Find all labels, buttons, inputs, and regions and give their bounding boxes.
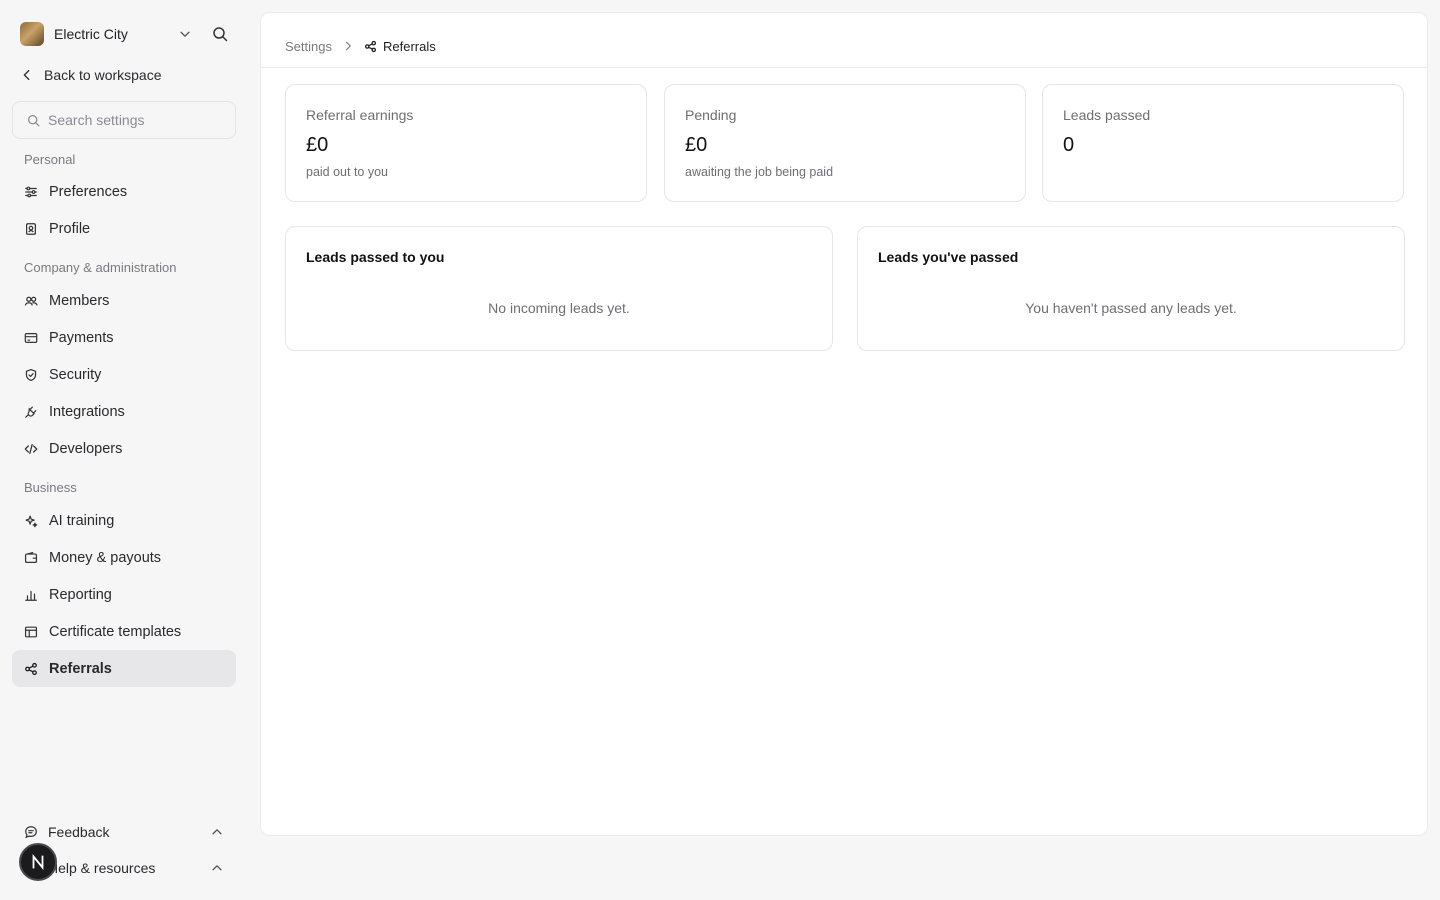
chevron-up-icon[interactable] [210, 861, 224, 875]
sidebar-item-label: Referrals [49, 660, 112, 677]
search-settings-input[interactable] [48, 112, 228, 128]
sidebar-item-members[interactable]: Members [12, 282, 236, 319]
stat-label: Pending [685, 107, 737, 123]
search-icon [27, 114, 40, 126]
sidebar-item-label: Profile [49, 220, 91, 237]
plug-icon [25, 406, 37, 418]
share-icon [364, 40, 377, 52]
help-label: Help & resources [48, 860, 156, 876]
chevron-right-icon [345, 41, 351, 51]
stat-label: Referral earnings [306, 107, 414, 123]
header-divider [261, 67, 1427, 68]
credit-card-icon [24, 332, 38, 343]
breadcrumb: Settings Referrals [285, 37, 436, 55]
sidebar-item-label: Developers [49, 440, 123, 457]
chat-bubble-icon [25, 826, 37, 839]
users-icon [24, 296, 38, 306]
wallet-icon [24, 551, 38, 563]
empty-state-text: No incoming leads yet. [488, 300, 630, 316]
sidebar-item-profile[interactable]: Profile [12, 210, 236, 247]
share-icon [25, 662, 37, 675]
section-company: Company & administration [24, 260, 177, 275]
settings-sidebar: Electric City Back to workspace Personal… [0, 0, 248, 900]
sidebar-item-ai-training[interactable]: AI training [12, 502, 236, 539]
sidebar-item-label: AI training [49, 512, 115, 529]
feedback-menu[interactable]: Feedback [24, 820, 228, 844]
sparkle-icon [25, 515, 38, 527]
section-business: Business [24, 480, 77, 495]
sidebar-item-money-payouts[interactable]: Money & payouts [12, 539, 236, 576]
outgoing-leads-card: Leads you've passed You haven't passed a… [857, 226, 1405, 351]
sidebar-item-label: Members [49, 292, 110, 309]
sidebar-item-label: Reporting [49, 586, 112, 603]
stat-value: £0 [685, 134, 708, 156]
pending-card: Pending £0 awaiting the job being paid [664, 84, 1026, 202]
sidebar-item-label: Integrations [49, 403, 125, 420]
chevron-left-icon [23, 69, 30, 81]
workspace-avatar [20, 22, 44, 46]
code-icon [24, 443, 38, 454]
sidebar-item-certificate-templates[interactable]: Certificate templates [12, 613, 236, 650]
shield-icon [25, 368, 37, 381]
chevron-up-icon[interactable] [210, 825, 224, 839]
sidebar-item-label: Certificate templates [49, 623, 182, 640]
sidebar-item-referrals[interactable]: Referrals [12, 650, 236, 687]
back-label: Back to workspace [44, 67, 162, 83]
sidebar-item-payments[interactable]: Payments [12, 319, 236, 356]
stat-value: 0 [1063, 134, 1075, 156]
sidebar-item-reporting[interactable]: Reporting [12, 576, 236, 613]
stat-value: £0 [306, 134, 329, 156]
sidebar-item-label: Payments [49, 329, 114, 346]
card-title: Leads you've passed [878, 249, 1019, 265]
settings-search[interactable] [12, 101, 236, 139]
sliders-icon [25, 186, 37, 197]
settings-content-panel: Settings Referrals Referral earnings £0 … [260, 12, 1428, 836]
stat-subtext: paid out to you [306, 165, 389, 179]
back-to-workspace-link[interactable]: Back to workspace [20, 62, 162, 88]
sidebar-item-label: Security [49, 366, 102, 383]
sidebar-item-label: Money & payouts [49, 549, 162, 566]
breadcrumb-settings[interactable]: Settings [285, 39, 332, 54]
table-icon [24, 626, 38, 637]
card-title: Leads passed to you [306, 249, 445, 265]
sidebar-item-developers[interactable]: Developers [12, 430, 236, 467]
chevron-down-icon[interactable] [178, 27, 192, 41]
workspace-switcher[interactable]: Electric City [20, 20, 236, 48]
id-badge-icon [26, 222, 36, 235]
leads-passed-card: Leads passed 0 [1042, 84, 1404, 202]
n-logo-icon [32, 854, 44, 870]
search-icon[interactable] [212, 26, 228, 42]
empty-state-text: You haven't passed any leads yet. [1025, 300, 1237, 316]
floating-assistant-button[interactable] [19, 843, 57, 881]
section-personal: Personal [24, 152, 76, 167]
stat-label: Leads passed [1063, 107, 1151, 123]
bar-chart-icon [25, 590, 37, 601]
sidebar-item-integrations[interactable]: Integrations [12, 393, 236, 430]
incoming-leads-card: Leads passed to you No incoming leads ye… [285, 226, 833, 351]
sidebar-item-security[interactable]: Security [12, 356, 236, 393]
feedback-label: Feedback [48, 824, 110, 840]
sidebar-item-preferences[interactable]: Preferences [12, 173, 236, 210]
breadcrumb-current: Referrals [382, 38, 436, 54]
stat-subtext: awaiting the job being paid [685, 165, 834, 179]
referral-earnings-card: Referral earnings £0 paid out to you [285, 84, 647, 202]
workspace-name: Electric City [54, 26, 128, 42]
sidebar-item-label: Preferences [49, 183, 128, 200]
